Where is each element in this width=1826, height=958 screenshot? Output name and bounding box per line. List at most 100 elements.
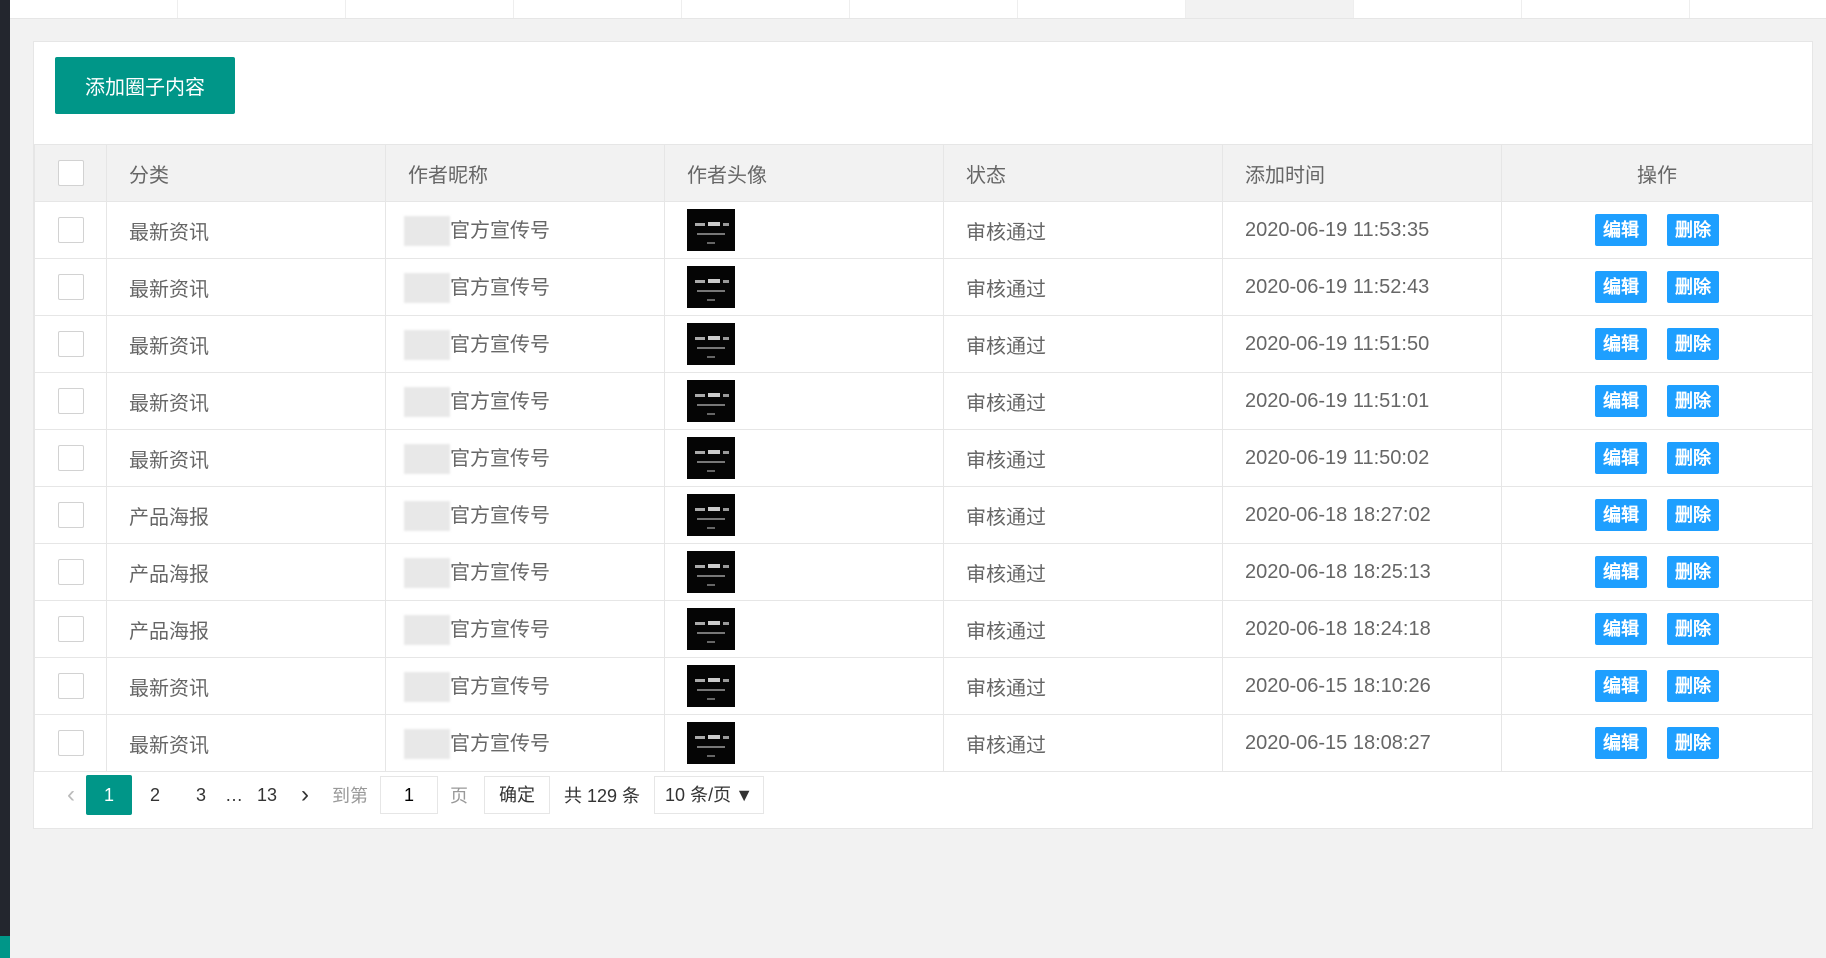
page-size-select[interactable]: 10 条/页 ▼ [654, 776, 765, 814]
add-circle-content-button[interactable]: 添加圈子内容 [55, 57, 235, 114]
row-checkbox[interactable] [57, 274, 84, 300]
page-button-1[interactable]: 1 [86, 775, 132, 815]
edit-button[interactable]: 编辑 [1595, 556, 1647, 588]
row-checkbox[interactable] [57, 388, 84, 414]
column-header-status[interactable]: 状态 [943, 144, 1223, 202]
tab-slot[interactable] [1522, 0, 1690, 18]
avatar[interactable] [687, 437, 735, 479]
avatar[interactable] [687, 266, 735, 308]
goto-page-input[interactable] [380, 776, 438, 814]
actions-cell: 编辑 删除 [1501, 714, 1813, 772]
avatar[interactable] [687, 551, 735, 593]
avatar[interactable] [687, 323, 735, 365]
delete-button[interactable]: 删除 [1667, 271, 1719, 303]
tab-slot[interactable] [514, 0, 682, 18]
nickname-text: 官方宣传号 [450, 276, 550, 299]
side-nav-accent [0, 936, 10, 958]
nickname-text: 官方宣传号 [450, 675, 550, 698]
delete-button[interactable]: 删除 [1667, 556, 1719, 588]
avatar[interactable] [687, 665, 735, 707]
edit-button[interactable]: 编辑 [1595, 670, 1647, 702]
avatar[interactable] [687, 722, 735, 764]
row-checkbox[interactable] [57, 331, 84, 357]
delete-button[interactable]: 删除 [1667, 727, 1719, 759]
time-cell: 2020-06-19 11:51:50 [1222, 315, 1502, 373]
row-checkbox[interactable] [57, 559, 84, 585]
tab-slot[interactable] [346, 0, 514, 18]
row-checkbox[interactable] [57, 616, 84, 642]
row-checkbox[interactable] [57, 217, 84, 243]
edit-button[interactable]: 编辑 [1595, 442, 1647, 474]
tab-slot[interactable] [178, 0, 346, 18]
pagination: ‹ 1 2 3 … 13 › 到第 页 确定 共 129 条 10 条/页 ▼ [56, 775, 765, 815]
table-row: 最新资讯 官方宣传号 审核通过 2020-06-15 18:10:26 编辑 删除 [34, 657, 1813, 715]
avatar[interactable] [687, 209, 735, 251]
chevron-left-icon[interactable]: ‹ [56, 781, 86, 809]
table-row: 产品海报 官方宣传号 审核通过 2020-06-18 18:25:13 编辑 删除 [34, 543, 1813, 601]
delete-button[interactable]: 删除 [1667, 670, 1719, 702]
blurred-nickname-prefix [404, 558, 450, 589]
content-table: 分类 作者昵称 作者头像 状态 添加时间 操作 最新资讯 官方宣传号 审核通过 202… [34, 144, 1813, 772]
content-card: 添加圈子内容 分类 作者昵称 作者头像 状态 添加时间 操作 最新资讯 官方宣传号… [33, 41, 1813, 829]
avatar-cell [664, 201, 944, 259]
nickname-cell: 官方宣传号 [385, 600, 665, 658]
category-cell: 产品海报 [106, 543, 386, 601]
edit-button[interactable]: 编辑 [1595, 499, 1647, 531]
edit-button[interactable]: 编辑 [1595, 385, 1647, 417]
tab-slot[interactable] [1018, 0, 1186, 18]
avatar[interactable] [687, 380, 735, 422]
row-checkbox[interactable] [57, 502, 84, 528]
edit-button[interactable]: 编辑 [1595, 613, 1647, 645]
category-cell: 最新资讯 [106, 714, 386, 772]
select-all-checkbox[interactable] [57, 160, 84, 186]
delete-button[interactable]: 删除 [1667, 214, 1719, 246]
avatar-cell [664, 315, 944, 373]
tab-slot[interactable] [850, 0, 1018, 18]
time-cell: 2020-06-19 11:50:02 [1222, 429, 1502, 487]
tab-slot-active[interactable] [1186, 0, 1354, 18]
column-header-category[interactable]: 分类 [106, 144, 386, 202]
column-header-time[interactable]: 添加时间 [1222, 144, 1502, 202]
blurred-nickname-prefix [404, 729, 450, 760]
goto-confirm-button[interactable]: 确定 [484, 776, 550, 814]
row-select-cell [34, 315, 107, 373]
caret-down-icon: ▼ [735, 785, 754, 805]
time-cell: 2020-06-18 18:25:13 [1222, 543, 1502, 601]
avatar[interactable] [687, 494, 735, 536]
table-row: 最新资讯 官方宣传号 审核通过 2020-06-19 11:51:01 编辑 删除 [34, 372, 1813, 430]
tab-slot[interactable] [10, 0, 178, 18]
blurred-nickname-prefix [404, 501, 450, 532]
delete-button[interactable]: 删除 [1667, 499, 1719, 531]
status-cell: 审核通过 [943, 201, 1223, 259]
chevron-right-icon[interactable]: › [290, 781, 320, 809]
delete-button[interactable]: 删除 [1667, 385, 1719, 417]
row-checkbox[interactable] [57, 445, 84, 471]
tab-slot[interactable] [682, 0, 850, 18]
delete-button[interactable]: 删除 [1667, 328, 1719, 360]
nickname-cell: 官方宣传号 [385, 714, 665, 772]
column-header-nickname[interactable]: 作者昵称 [385, 144, 665, 202]
delete-button[interactable]: 删除 [1667, 442, 1719, 474]
row-checkbox[interactable] [57, 673, 84, 699]
blurred-nickname-prefix [404, 330, 450, 361]
avatar[interactable] [687, 608, 735, 650]
top-tab-bar [10, 0, 1826, 19]
page-button-last[interactable]: 13 [244, 775, 290, 815]
tab-slot[interactable] [1354, 0, 1522, 18]
row-select-cell [34, 657, 107, 715]
actions-cell: 编辑 删除 [1501, 372, 1813, 430]
edit-button[interactable]: 编辑 [1595, 214, 1647, 246]
edit-button[interactable]: 编辑 [1595, 328, 1647, 360]
column-header-avatar[interactable]: 作者头像 [664, 144, 944, 202]
row-select-cell [34, 600, 107, 658]
nickname-text: 官方宣传号 [450, 732, 550, 755]
category-cell: 最新资讯 [106, 201, 386, 259]
page-suffix-label: 页 [450, 786, 468, 806]
row-checkbox[interactable] [57, 730, 84, 756]
edit-button[interactable]: 编辑 [1595, 727, 1647, 759]
edit-button[interactable]: 编辑 [1595, 271, 1647, 303]
actions-cell: 编辑 删除 [1501, 543, 1813, 601]
page-button-2[interactable]: 2 [132, 775, 178, 815]
page-button-3[interactable]: 3 [178, 775, 224, 815]
delete-button[interactable]: 删除 [1667, 613, 1719, 645]
